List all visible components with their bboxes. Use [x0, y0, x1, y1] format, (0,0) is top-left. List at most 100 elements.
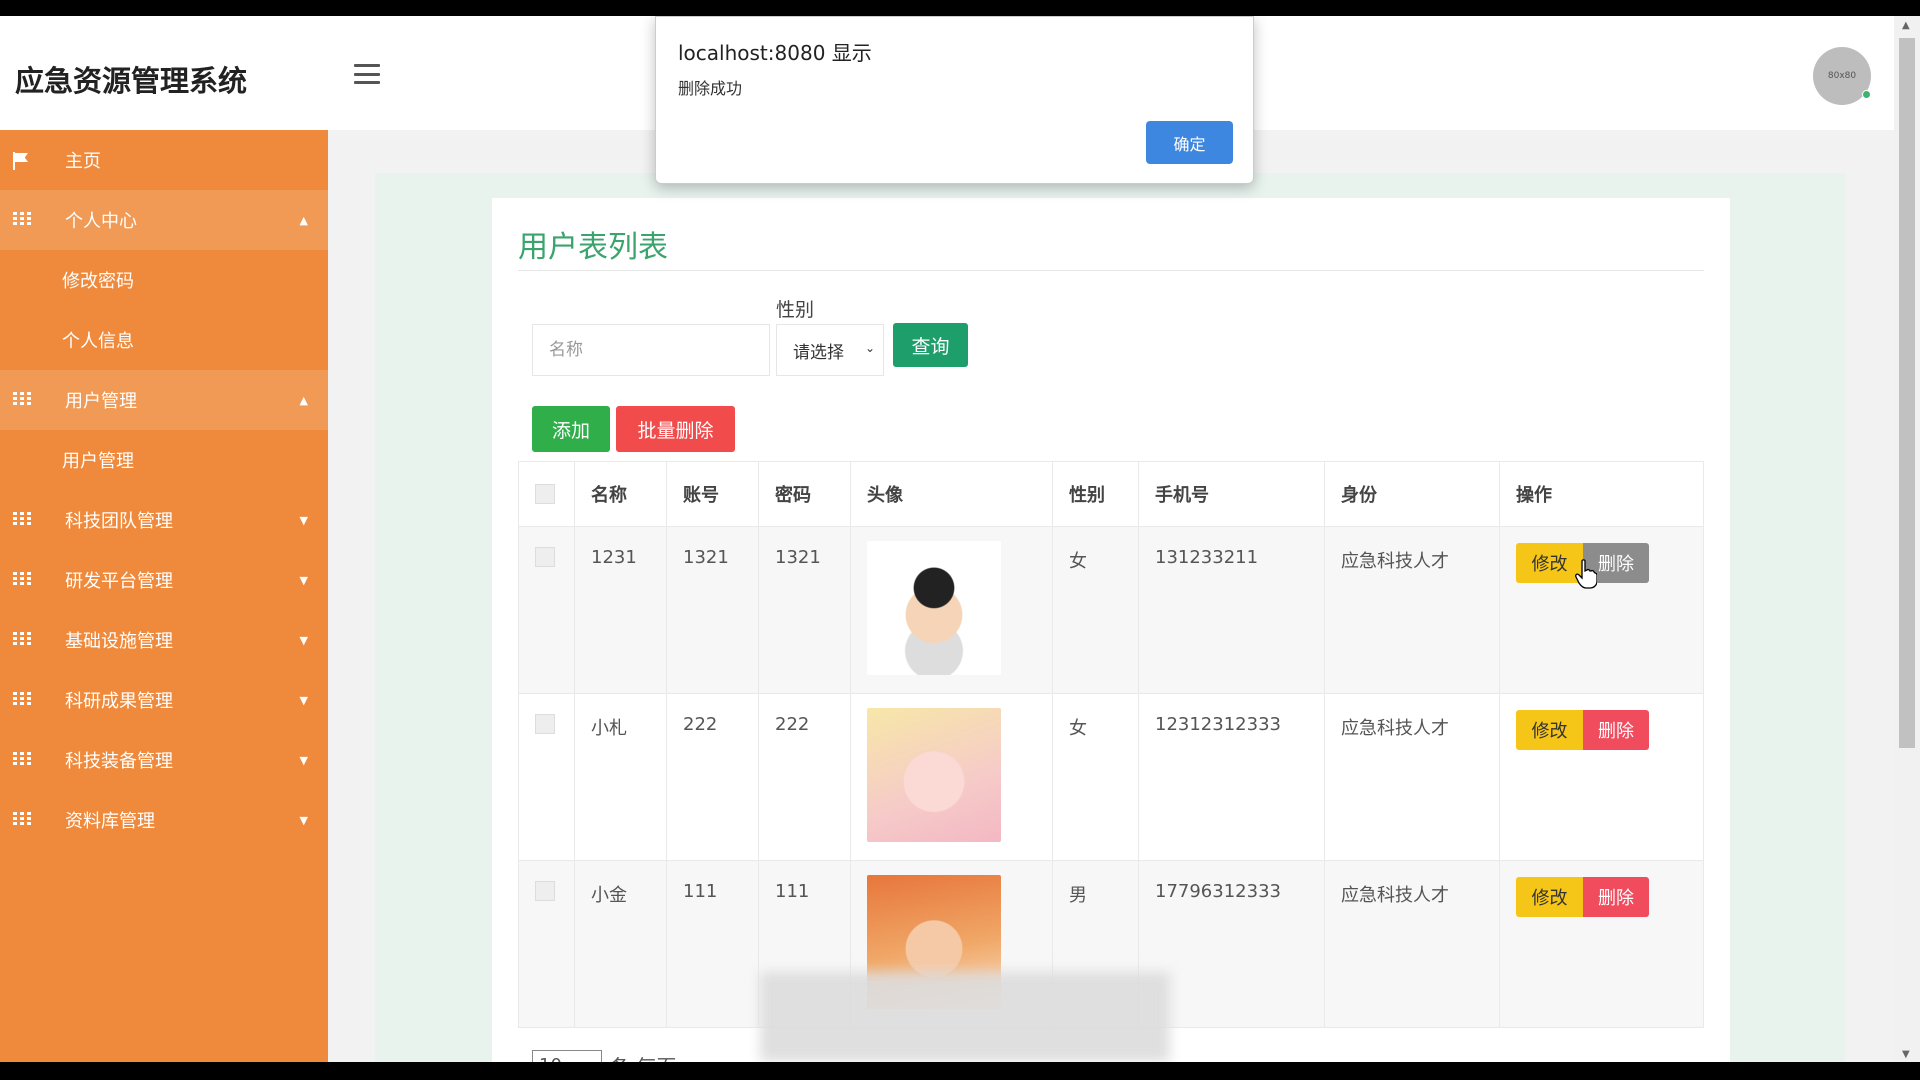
chevron-down-icon: ⌄ — [586, 1058, 595, 1062]
select-all-cell — [518, 461, 575, 527]
cell-name: 1231 — [574, 526, 667, 694]
browser-viewport: 应急资源管理系统 80x80 主页 个人中心 ▲ 修改密码 个人信息 用户管理 … — [0, 16, 1920, 1062]
dialog-title: localhost:8080 显示 — [678, 41, 872, 65]
select-all-checkbox[interactable] — [535, 483, 555, 504]
chevron-down-icon: ▼ — [299, 513, 308, 527]
sidebar-item-home[interactable]: 主页 — [0, 130, 328, 190]
alert-dialog: localhost:8080 显示 删除成功 确定 — [655, 16, 1254, 184]
cell-identity: 应急科技人才 — [1324, 526, 1500, 694]
row-checkbox[interactable] — [535, 547, 555, 567]
grid-icon — [13, 572, 31, 586]
column-header: 密码 — [758, 461, 851, 527]
sidebar: 主页 个人中心 ▲ 修改密码 个人信息 用户管理 ▲ 用户管理 科技团队管理 ▼… — [0, 130, 328, 1062]
menu-toggle-icon[interactable] — [354, 64, 380, 84]
page-size-value: 10 — [539, 1055, 562, 1063]
edit-button[interactable]: 修改 — [1516, 877, 1583, 917]
scroll-thumb[interactable] — [1899, 38, 1915, 748]
table-header-row: 名称 账号 密码 头像 性别 手机号 身份 操作 — [518, 461, 1704, 527]
sidebar-item-personal-info[interactable]: 个人信息 — [0, 310, 328, 370]
add-button[interactable]: 添加 — [532, 406, 610, 452]
cell-account: 111 — [666, 860, 759, 1028]
column-header: 性别 — [1052, 461, 1139, 527]
row-checkbox[interactable] — [535, 881, 555, 901]
row-checkbox[interactable] — [535, 714, 555, 734]
chevron-down-icon: ▼ — [299, 813, 308, 827]
page-size-suffix: 条 每页 — [610, 1051, 676, 1063]
batch-delete-button[interactable]: 批量删除 — [616, 406, 735, 452]
hand-cursor-icon — [1575, 559, 1597, 589]
cell-password: 1321 — [758, 526, 851, 694]
user-avatar[interactable]: 80x80 — [1813, 47, 1871, 105]
user-avatar-image — [867, 541, 1001, 675]
cell-account: 222 — [666, 693, 759, 861]
gender-select[interactable]: 请选择 ⌄ — [776, 324, 884, 376]
sidebar-item-label: 资料库管理 — [65, 811, 155, 832]
cell-actions: 修改 删除 — [1499, 693, 1704, 861]
dialog-message: 删除成功 — [678, 79, 743, 98]
sidebar-group-infrastructure[interactable]: 基础设施管理 ▼ — [0, 610, 328, 670]
sidebar-group-personal-center[interactable]: 个人中心 ▲ — [0, 190, 328, 250]
chevron-down-icon: ▼ — [299, 573, 308, 587]
column-header: 身份 — [1324, 461, 1500, 527]
cell-name: 小札 — [574, 693, 667, 861]
query-button[interactable]: 查询 — [893, 323, 968, 367]
column-header: 头像 — [850, 461, 1053, 527]
row-select-cell — [518, 860, 575, 1028]
cell-name: 小金 — [574, 860, 667, 1028]
delete-button[interactable]: 删除 — [1583, 877, 1649, 917]
cell-actions: 修改 删除 — [1499, 526, 1704, 694]
cell-identity: 应急科技人才 — [1324, 860, 1500, 1028]
sidebar-group-user-management[interactable]: 用户管理 ▲ — [0, 370, 328, 430]
user-table: 名称 账号 密码 头像 性别 手机号 身份 操作 1231 1321 1321 … — [518, 461, 1704, 1028]
user-avatar-image — [867, 708, 1001, 842]
cell-phone: 12312312333 — [1138, 693, 1325, 861]
sidebar-group-research-results[interactable]: 科研成果管理 ▼ — [0, 670, 328, 730]
page-size-select[interactable]: 10 ⌄ — [532, 1050, 602, 1062]
cell-gender: 女 — [1052, 526, 1139, 694]
chevron-up-icon: ▲ — [299, 213, 308, 227]
cell-account: 1321 — [666, 526, 759, 694]
grid-icon — [13, 752, 31, 766]
grid-icon — [13, 812, 31, 826]
grid-icon — [13, 392, 31, 406]
sidebar-item-label: 科研成果管理 — [65, 691, 173, 712]
row-select-cell — [518, 526, 575, 694]
scroll-down-icon[interactable]: ▼ — [1902, 1049, 1910, 1060]
chevron-down-icon: ▼ — [299, 753, 308, 767]
grid-icon — [13, 512, 31, 526]
table-row: 1231 1321 1321 女 131233211 应急科技人才 修改 删除 — [518, 526, 1704, 694]
sidebar-item-label: 用户管理 — [65, 391, 137, 412]
sidebar-item-label: 科技装备管理 — [65, 751, 173, 772]
scroll-up-icon[interactable]: ▲ — [1902, 20, 1910, 31]
cell-identity: 应急科技人才 — [1324, 693, 1500, 861]
cell-password: 222 — [758, 693, 851, 861]
dialog-ok-button[interactable]: 确定 — [1146, 121, 1233, 164]
page-title: 用户表列表 — [518, 230, 668, 265]
row-select-cell — [518, 693, 575, 861]
column-header: 手机号 — [1138, 461, 1325, 527]
sidebar-item-user-management[interactable]: 用户管理 — [0, 430, 328, 490]
sidebar-item-change-password[interactable]: 修改密码 — [0, 250, 328, 310]
cell-gender: 女 — [1052, 693, 1139, 861]
sidebar-item-label: 基础设施管理 — [65, 631, 173, 652]
delete-button[interactable]: 删除 — [1583, 710, 1649, 750]
column-header: 操作 — [1499, 461, 1704, 527]
grid-icon — [13, 692, 31, 706]
edit-button[interactable]: 修改 — [1516, 543, 1583, 583]
sidebar-group-tech-equipment[interactable]: 科技装备管理 ▼ — [0, 730, 328, 790]
name-search-input[interactable] — [532, 324, 770, 376]
chevron-up-icon: ▲ — [299, 393, 308, 407]
cell-avatar — [850, 526, 1053, 694]
table-row: 小札 222 222 女 12312312333 应急科技人才 修改 删除 — [518, 693, 1704, 861]
sidebar-item-label: 研发平台管理 — [65, 571, 173, 592]
main-panel: 用户表列表 性别 请选择 ⌄ 查询 添加 批量删除 名称 账号 密码 头像 性别 — [492, 198, 1730, 1062]
edit-button[interactable]: 修改 — [1516, 710, 1583, 750]
sidebar-item-label: 科技团队管理 — [65, 511, 173, 532]
sidebar-group-tech-team[interactable]: 科技团队管理 ▼ — [0, 490, 328, 550]
sidebar-group-library[interactable]: 资料库管理 ▼ — [0, 790, 328, 850]
pagination: 10 ⌄ 条 每页 — [532, 1050, 676, 1062]
app-title: 应急资源管理系统 — [15, 64, 248, 98]
page-scrollbar[interactable]: ▲ ▼ — [1894, 16, 1920, 1062]
sidebar-group-rd-platform[interactable]: 研发平台管理 ▼ — [0, 550, 328, 610]
gender-label: 性别 — [776, 299, 815, 321]
